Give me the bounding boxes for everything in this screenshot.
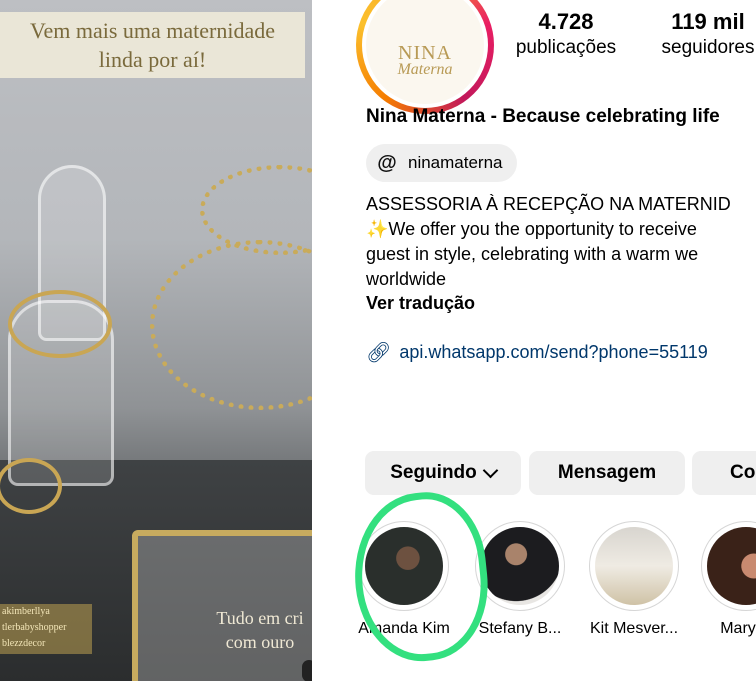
bio-line: guest in style, celebrating with a warm … bbox=[366, 244, 699, 264]
story-tags: akimberllya tlerbabyshopper blezzdecor bbox=[0, 604, 92, 654]
chevron-down-icon bbox=[482, 462, 499, 478]
stat-label: publicações bbox=[515, 37, 617, 58]
highlight-cover bbox=[595, 527, 673, 605]
highlight-circle bbox=[475, 521, 565, 611]
highlight-kit-mesver[interactable]: Kit Mesver... bbox=[588, 521, 680, 638]
pointer-cursor bbox=[302, 660, 312, 681]
highlight-mary[interactable]: Mary N bbox=[700, 521, 756, 638]
followers-count[interactable]: 119 mil seguidores bbox=[648, 8, 756, 60]
contact-label: Co bbox=[730, 462, 756, 483]
link-text: api.whatsapp.com/send?phone=55119 bbox=[399, 342, 708, 362]
story-caption: Vem mais uma maternidade linda por aí! bbox=[0, 12, 305, 78]
decor-gold-rim bbox=[8, 290, 112, 358]
profile-name: Nina Materna - Because celebrating life bbox=[366, 106, 720, 127]
tray-caption: Tudo em cri com ouro bbox=[200, 606, 312, 654]
story-tag: blezzdecor bbox=[2, 638, 46, 649]
tray-caption-line1: Tudo em cri bbox=[216, 608, 304, 628]
threads-badge[interactable]: @ ninamaterna bbox=[366, 144, 517, 182]
following-label: Seguindo bbox=[390, 462, 477, 483]
see-translation-link[interactable]: Ver tradução bbox=[366, 293, 475, 314]
story-tag: akimberllya bbox=[2, 606, 50, 617]
brand-logo: NINA Materna bbox=[366, 0, 484, 104]
highlight-cover bbox=[481, 527, 559, 605]
highlight-stefany[interactable]: Stefany B... bbox=[474, 521, 566, 638]
story-image: Vem mais uma maternidade linda por aí! a… bbox=[0, 0, 312, 681]
threads-handle: ninamaterna bbox=[408, 153, 503, 172]
highlight-circle bbox=[589, 521, 679, 611]
highlight-label: Stefany B... bbox=[478, 620, 562, 637]
message-label: Mensagem bbox=[557, 462, 657, 483]
threads-icon: @ bbox=[377, 152, 397, 174]
profile-bio: ASSESSORIA À RECEPÇÃO NA MATERNID ✨We of… bbox=[366, 192, 756, 292]
avatar-border: NINA Materna bbox=[362, 0, 488, 108]
following-button[interactable]: Seguindo bbox=[365, 451, 521, 495]
logo-script: Materna bbox=[397, 60, 453, 78]
highlight-cover bbox=[707, 527, 756, 605]
profile-website-link[interactable]: 🔗︎ api.whatsapp.com/send?phone=55119 bbox=[366, 340, 708, 365]
bio-line: ✨We offer you the opportunity to receive bbox=[366, 219, 697, 239]
posts-count[interactable]: 4.728 publicações bbox=[504, 8, 628, 60]
link-icon: 🔗︎ bbox=[366, 342, 392, 364]
story-caption-line1: Vem mais uma maternidade bbox=[30, 18, 275, 43]
highlight-label: Mary N bbox=[720, 620, 756, 637]
stat-number: 119 mil bbox=[671, 9, 745, 34]
contact-button[interactable]: Co bbox=[692, 451, 756, 495]
decor-plate bbox=[150, 240, 312, 410]
tray-caption-line2: com ouro bbox=[225, 632, 295, 652]
message-button[interactable]: Mensagem bbox=[529, 451, 685, 495]
highlight-circle bbox=[359, 521, 449, 611]
decor-plate-top bbox=[200, 165, 312, 255]
highlight-label: Amanda Kim bbox=[358, 620, 450, 637]
highlight-label: Kit Mesver... bbox=[589, 620, 679, 637]
profile-avatar[interactable]: NINA Materna bbox=[356, 0, 494, 114]
story-caption-line2: linda por aí! bbox=[98, 47, 207, 72]
profile-panel: NINA Materna 4.728 publicações 119 mil s… bbox=[312, 0, 756, 681]
bio-line: ASSESSORIA À RECEPÇÃO NA MATERNID bbox=[366, 194, 731, 214]
story-tag: tlerbabyshopper bbox=[2, 622, 67, 633]
highlight-circle bbox=[701, 521, 756, 611]
stat-label: seguidores bbox=[661, 37, 755, 58]
bio-line: worldwide bbox=[366, 269, 447, 289]
highlight-cover bbox=[365, 527, 443, 605]
highlight-amanda-kim[interactable]: Amanda Kim bbox=[358, 521, 450, 638]
stat-number: 4.728 bbox=[538, 9, 594, 34]
